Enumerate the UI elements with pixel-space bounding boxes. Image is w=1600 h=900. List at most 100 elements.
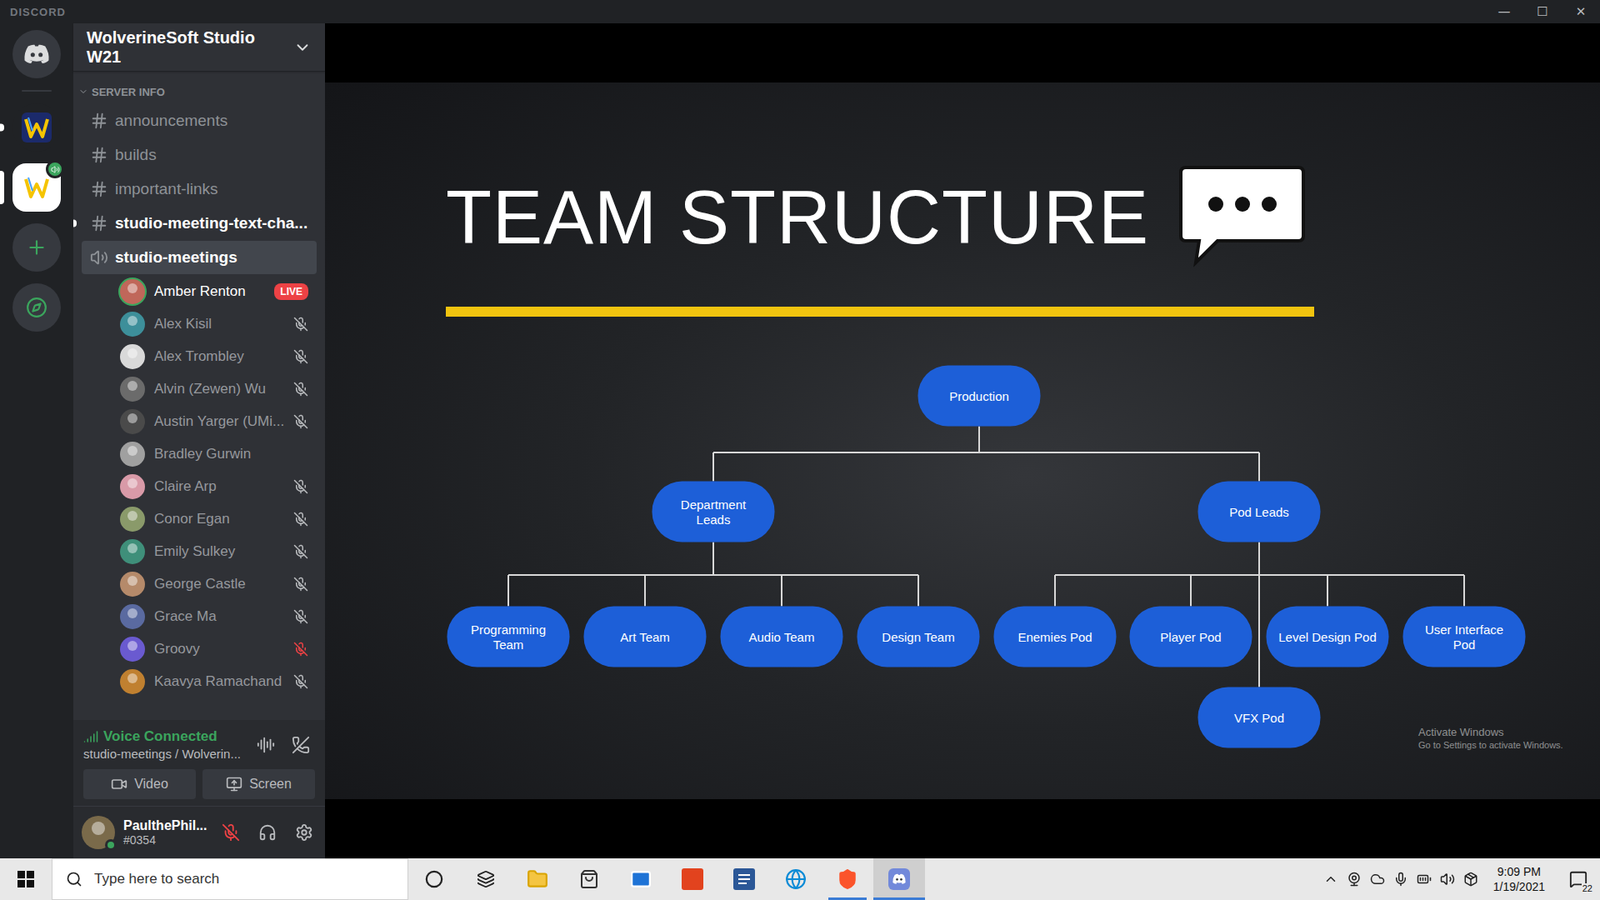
taskbar-app[interactable] — [666, 858, 719, 900]
member-avatar — [120, 636, 145, 662]
voice-connected-label[interactable]: Voice Connected — [83, 728, 245, 745]
cloud-icon[interactable] — [1370, 871, 1385, 887]
avatar-head — [127, 608, 138, 619]
voice-member-row[interactable]: George Castle — [81, 567, 317, 600]
voice-member-row[interactable]: Conor Egan — [81, 502, 317, 535]
channel-row[interactable]: announcements — [81, 104, 317, 138]
battery-icon[interactable] — [1416, 871, 1432, 887]
server-item[interactable] — [0, 103, 74, 152]
chevron-up-icon[interactable] — [1323, 871, 1339, 887]
mute-button[interactable] — [216, 818, 245, 847]
notification-count: 22 — [1581, 883, 1594, 894]
running-indicator — [873, 897, 925, 900]
diagram-node: Art Team — [584, 606, 707, 668]
notification-button[interactable]: 22 — [1560, 858, 1597, 900]
taskbar-app[interactable] — [563, 858, 615, 900]
mic-off-icon — [293, 674, 309, 690]
member-avatar — [120, 506, 145, 532]
window-control-button[interactable]: ✕ — [1561, 0, 1600, 24]
compass-icon — [25, 296, 48, 319]
dropbox-icon[interactable] — [1463, 871, 1479, 887]
headphones-icon — [258, 823, 277, 842]
home-button[interactable] — [12, 30, 61, 79]
avatar-head — [127, 575, 138, 586]
mic-icon[interactable] — [1393, 871, 1409, 887]
chevron-down-icon — [78, 86, 89, 97]
taskbar-app[interactable] — [770, 858, 822, 900]
taskbar-app[interactable] — [615, 858, 667, 900]
add-server-item[interactable] — [0, 223, 74, 272]
disconnect-button[interactable] — [286, 730, 315, 760]
avatar-head — [127, 315, 138, 326]
member-name: Conor Egan — [154, 510, 285, 528]
member-name: Groovy — [154, 640, 285, 658]
server-icon[interactable] — [12, 163, 61, 212]
voice-member-row[interactable]: Alex Kisil — [81, 307, 317, 340]
signal-icon — [83, 729, 99, 745]
voice-member-row[interactable]: Amber RentonLIVE — [81, 275, 317, 308]
voice-channel-label[interactable]: studio-meetings / Wolverin... — [83, 746, 245, 761]
channel-sidebar: WolverineSoft Studio W21 SERVER INFO annou… — [73, 23, 325, 859]
taskbar-app[interactable] — [873, 858, 925, 900]
channel-row[interactable]: studio-meetings — [81, 240, 317, 275]
noise-suppression-button[interactable] — [251, 730, 280, 760]
channel-list: SERVER INFO announcementsbuildsimportant-… — [73, 71, 325, 720]
member-avatar — [120, 279, 145, 305]
volume-icon[interactable] — [1440, 871, 1455, 887]
category-label: SERVER INFO — [91, 85, 165, 99]
category-row[interactable]: SERVER INFO — [73, 80, 325, 104]
user-avatar[interactable] — [81, 815, 115, 850]
voice-member-row[interactable]: Alex Trombley — [81, 340, 317, 373]
voice-member-row[interactable]: Grace Ma — [81, 600, 317, 633]
server-item[interactable] — [0, 163, 74, 212]
diagram-node: Level Design Pod — [1266, 606, 1390, 668]
taskbar-search[interactable]: Type here to search — [51, 858, 409, 900]
avatar-head — [127, 413, 138, 424]
taskbar-app[interactable] — [408, 858, 460, 900]
channel-row[interactable]: important-links — [81, 172, 317, 206]
voice-member-row[interactable]: Austin Yarger (UMi... — [81, 405, 317, 438]
voice-member-row[interactable]: Kaavya Ramachand — [81, 665, 317, 698]
home-item[interactable] — [0, 30, 74, 79]
voice-member-row[interactable]: Groovy — [81, 632, 317, 665]
discord-logo-icon — [22, 43, 51, 65]
member-name: George Castle — [154, 575, 285, 593]
deafen-button[interactable] — [253, 818, 282, 847]
clock-time: 9:09 PM — [1497, 864, 1541, 880]
taskbar-app[interactable] — [718, 858, 770, 900]
mic-off-icon — [293, 641, 309, 657]
camera-icon[interactable] — [1346, 871, 1362, 887]
mic-off-icon — [293, 544, 309, 560]
voice-button[interactable]: Video — [83, 769, 196, 800]
user-tag: #0354 — [123, 833, 209, 847]
settings-button[interactable] — [290, 818, 319, 847]
voice-member-row[interactable]: Bradley Gurwin — [81, 437, 317, 470]
taskbar-app[interactable] — [511, 858, 564, 900]
channel-row[interactable]: studio-meeting-text-cha... — [81, 206, 317, 240]
wolverinesoft-logo-icon — [20, 110, 54, 145]
avatar-head — [127, 510, 138, 521]
window-control-button[interactable]: — — [1485, 0, 1524, 24]
taskbar-clock[interactable]: 9:09 PM1/19/2021 — [1486, 864, 1552, 895]
member-avatar — [120, 441, 145, 467]
disconnect-icon — [291, 735, 310, 755]
server-icon[interactable] — [12, 103, 61, 152]
diagram-node: Programming Team — [447, 606, 570, 668]
taskbar-app[interactable] — [821, 858, 874, 900]
avatar-head — [127, 380, 138, 391]
user-name: PaulthePhil... — [123, 818, 209, 834]
voice-member-row[interactable]: Claire Arp — [81, 470, 317, 503]
start-button[interactable] — [0, 858, 52, 900]
channel-row[interactable]: builds — [81, 138, 317, 172]
system-tray: 9:09 PM1/19/2021 22 — [1323, 858, 1600, 900]
voice-member-row[interactable]: Emily Sulkey — [81, 535, 317, 568]
server-header[interactable]: WolverineSoft Studio W21 — [73, 23, 325, 72]
window-control-button[interactable]: ☐ — [1523, 0, 1562, 24]
voice-member-row[interactable]: Alvin (Zewen) Wu — [81, 372, 317, 405]
voice-button[interactable]: Screen — [202, 769, 315, 800]
taskbar-app[interactable] — [460, 858, 512, 900]
mic-off-icon — [293, 576, 309, 592]
add-server-button[interactable] — [12, 223, 61, 272]
explore-item[interactable] — [0, 283, 74, 332]
explore-button[interactable] — [12, 283, 61, 332]
